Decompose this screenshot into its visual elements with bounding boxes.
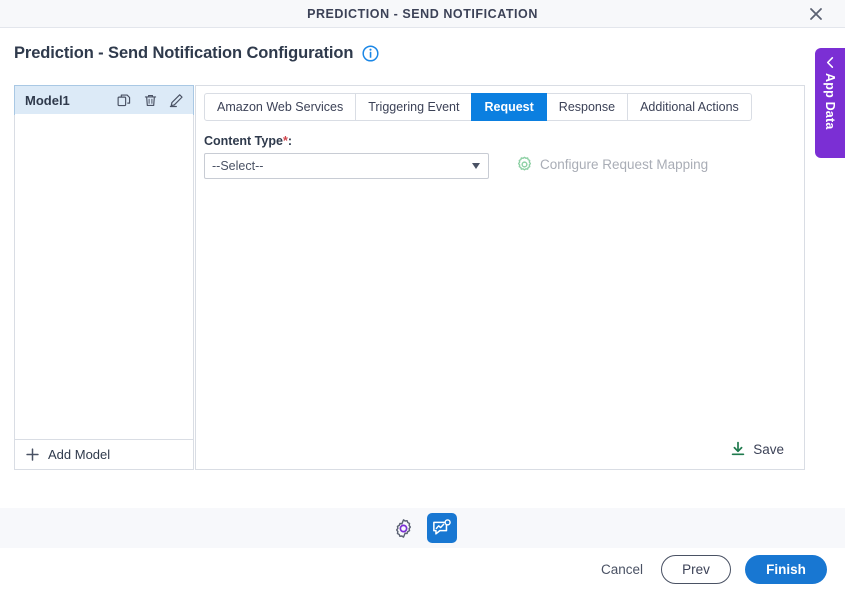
info-icon[interactable] [362, 45, 379, 62]
window-title-bar: PREDICTION - SEND NOTIFICATION [0, 0, 845, 28]
configuration-content-panel: Amazon Web Services Triggering Event Req… [195, 85, 805, 470]
content-type-select-value: --Select-- [212, 159, 264, 173]
download-icon [731, 441, 745, 456]
finish-button[interactable]: Finish [745, 555, 827, 584]
gear-icon [517, 156, 532, 171]
chevron-left-icon [826, 57, 833, 68]
close-button[interactable] [799, 0, 833, 27]
copy-icon[interactable] [117, 93, 132, 108]
tab-additional-actions[interactable]: Additional Actions [627, 93, 752, 121]
model-list-panel: Model1 Add Model [14, 85, 194, 470]
chat-analytics-button[interactable] [426, 513, 457, 543]
content-type-label: Content Type*: [204, 134, 489, 148]
app-data-panel-toggle[interactable]: App Data [815, 48, 845, 158]
add-model-button[interactable]: Add Model [15, 439, 193, 469]
content-type-label-text: Content Type [204, 134, 283, 148]
delete-icon[interactable] [143, 93, 158, 108]
configure-request-mapping-button[interactable]: Configure Request Mapping [516, 156, 708, 173]
model-list-body [15, 114, 193, 439]
add-model-label: Add Model [48, 447, 111, 462]
prev-button[interactable]: Prev [661, 555, 731, 584]
tab-triggering-event[interactable]: Triggering Event [355, 93, 473, 121]
settings-button[interactable] [389, 513, 419, 543]
model-list-item[interactable]: Model1 [14, 85, 194, 115]
page-header: Prediction - Send Notification Configura… [14, 44, 379, 63]
model-row-actions [117, 93, 184, 108]
settings-icon [395, 518, 412, 538]
save-label: Save [753, 441, 784, 457]
page-title: Prediction - Send Notification Configura… [14, 44, 354, 62]
save-button[interactable]: Save [730, 441, 784, 457]
close-icon [810, 7, 822, 20]
dialog-footer: Cancel Prev Finish [597, 555, 827, 584]
content-type-select[interactable]: --Select-- [204, 153, 489, 179]
edit-icon[interactable] [169, 93, 184, 108]
prediction-send-notification-dialog: PREDICTION - SEND NOTIFICATION Predictio… [0, 0, 845, 592]
chat-analytics-icon [433, 518, 451, 535]
window-title: PREDICTION - SEND NOTIFICATION [307, 6, 538, 21]
bottom-toolbar [0, 508, 845, 548]
configure-request-mapping-label: Configure Request Mapping [540, 157, 709, 172]
plus-icon [26, 448, 39, 461]
tab-response[interactable]: Response [545, 93, 629, 121]
tab-amazon-web-services[interactable]: Amazon Web Services [204, 93, 357, 121]
tab-request[interactable]: Request [471, 93, 547, 121]
tab-bar: Amazon Web Services Triggering Event Req… [204, 93, 752, 121]
content-type-field: Content Type*: --Select-- [204, 134, 489, 179]
label-colon: : [287, 134, 292, 148]
chevron-down-icon [472, 163, 480, 169]
app-data-label: App Data [823, 73, 837, 130]
model-name-label: Model1 [25, 92, 70, 108]
cancel-button[interactable]: Cancel [597, 556, 647, 583]
